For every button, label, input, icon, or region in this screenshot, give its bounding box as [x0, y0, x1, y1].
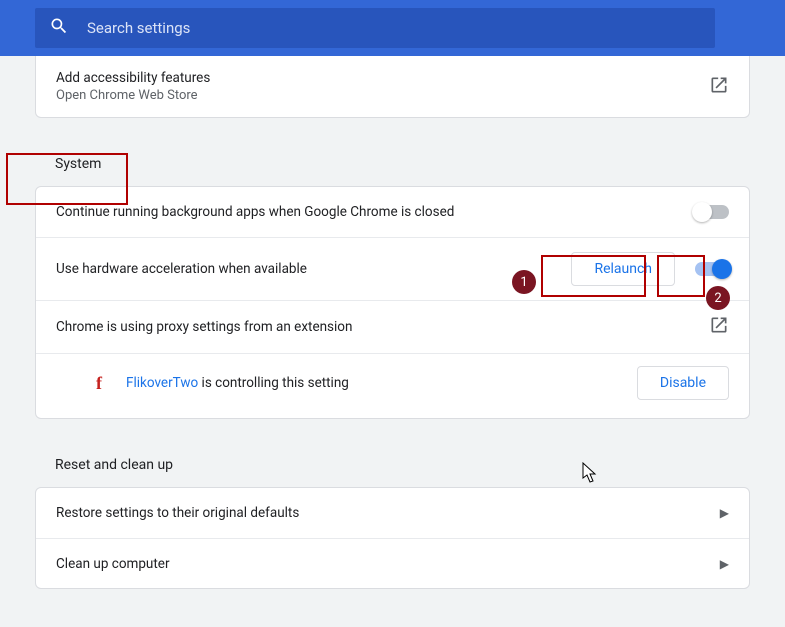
cleanup-label: Clean up computer [56, 556, 170, 572]
extension-name-link[interactable]: FlikoverTwo [126, 375, 198, 391]
search-input[interactable] [87, 19, 701, 37]
extension-suffix: is controlling this setting [198, 375, 349, 391]
background-apps-row: Continue running background apps when Go… [36, 187, 749, 237]
proxy-label: Chrome is using proxy settings from an e… [56, 319, 352, 335]
proxy-row[interactable]: Chrome is using proxy settings from an e… [36, 300, 749, 353]
search-bar[interactable] [35, 8, 715, 48]
extension-icon: f [96, 373, 102, 394]
background-apps-toggle[interactable] [695, 205, 729, 219]
accessibility-card: Add accessibility features Open Chrome W… [35, 56, 750, 118]
settings-content: Add accessibility features Open Chrome W… [0, 56, 785, 627]
chevron-right-icon: ▶ [720, 506, 729, 520]
annotation-badge-1: 1 [512, 270, 536, 294]
accessibility-subtitle: Open Chrome Web Store [56, 88, 210, 103]
annotation-box-relaunch [541, 255, 646, 297]
annotation-box-toggle [657, 255, 705, 297]
annotation-badge-2: 2 [706, 286, 730, 310]
background-apps-label: Continue running background apps when Go… [56, 204, 454, 220]
open-external-icon [709, 75, 729, 99]
mouse-cursor-icon [582, 462, 598, 484]
system-card: Continue running background apps when Go… [35, 186, 750, 419]
extension-row: f FlikoverTwo is controlling this settin… [36, 353, 749, 418]
cleanup-row[interactable]: Clean up computer ▶ [36, 538, 749, 588]
annotation-box-system [6, 153, 128, 205]
reset-section-title: Reset and clean up [35, 437, 750, 487]
header-bar [0, 0, 785, 56]
chevron-right-icon: ▶ [720, 557, 729, 571]
system-section-title: System [35, 136, 750, 186]
reset-card: Restore settings to their original defau… [35, 487, 750, 589]
disable-button[interactable]: Disable [637, 366, 729, 400]
open-external-icon [709, 315, 729, 339]
search-icon [49, 16, 69, 40]
accessibility-title: Add accessibility features [56, 70, 210, 86]
accessibility-row[interactable]: Add accessibility features Open Chrome W… [36, 56, 749, 117]
extension-text: FlikoverTwo is controlling this setting [126, 375, 349, 391]
restore-defaults-row[interactable]: Restore settings to their original defau… [36, 488, 749, 538]
hw-accel-label: Use hardware acceleration when available [56, 261, 307, 277]
restore-defaults-label: Restore settings to their original defau… [56, 505, 299, 521]
